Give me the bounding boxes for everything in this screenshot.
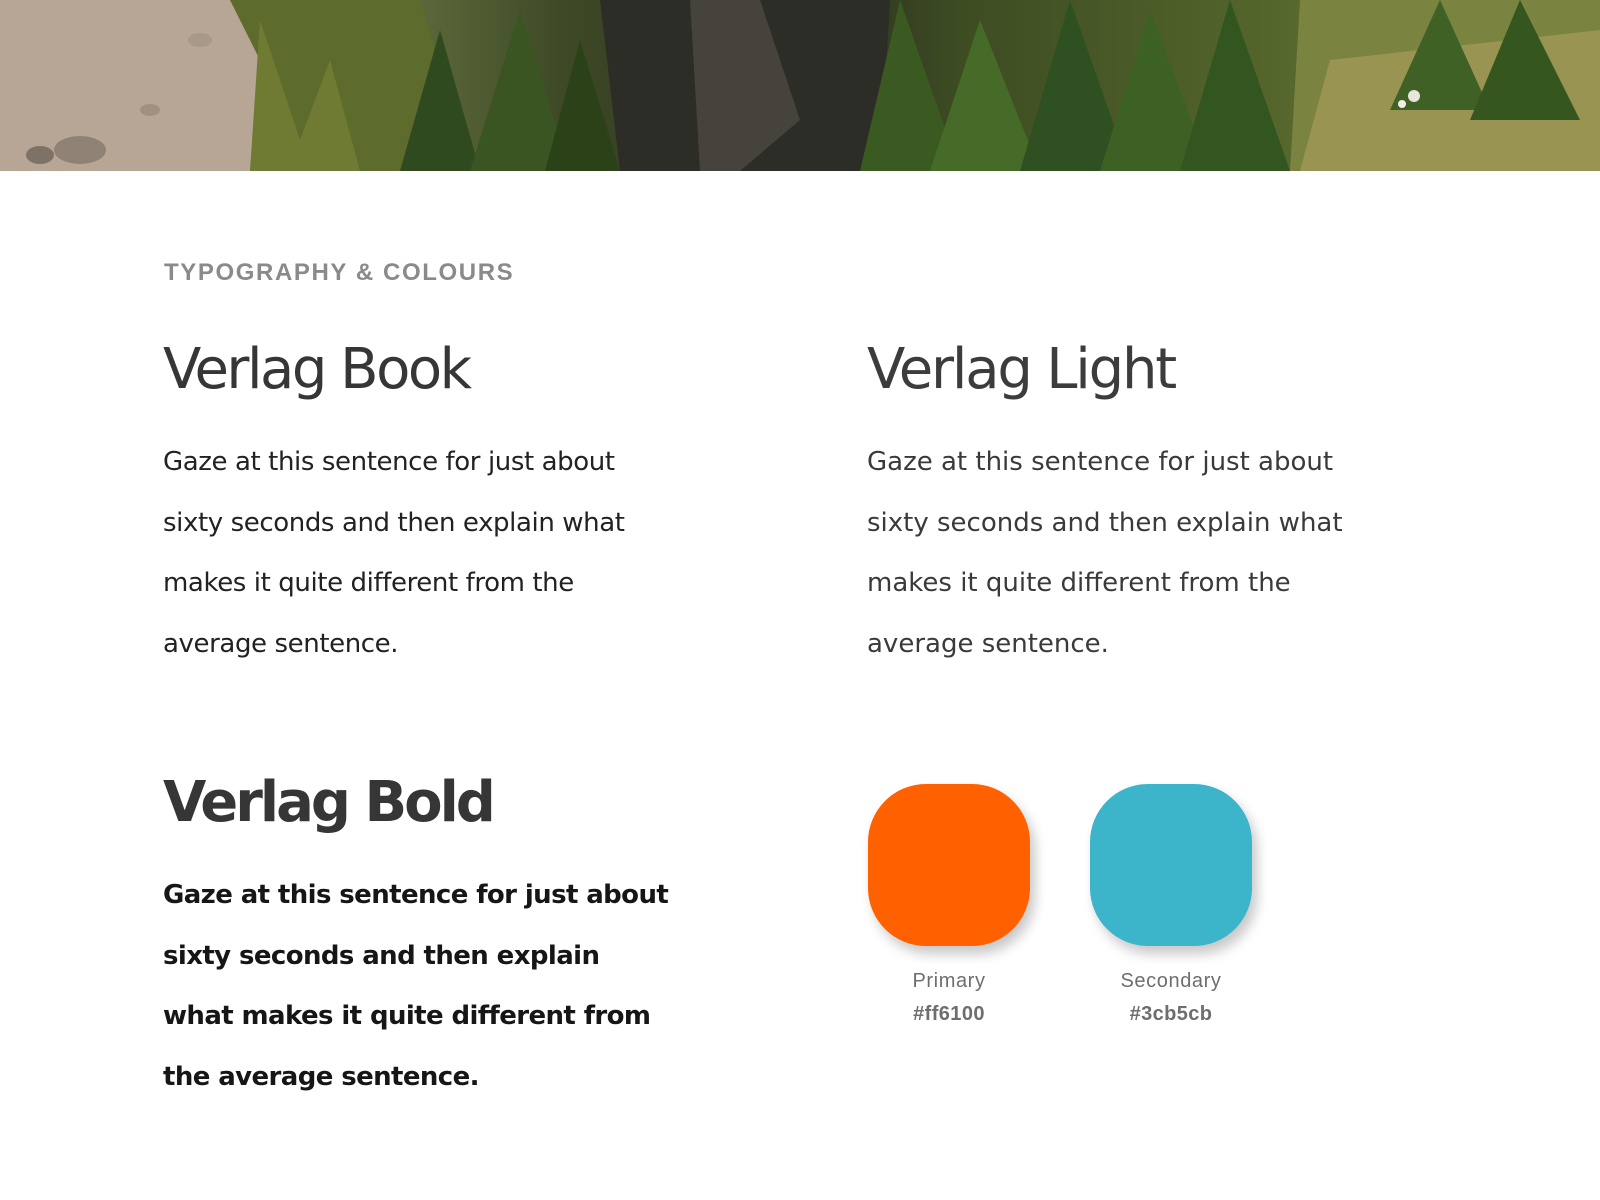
colour-swatch-primary: Primary #ff6100 bbox=[849, 784, 1049, 1026]
font-sample-text: Gaze at this sentence for just about six… bbox=[867, 447, 1343, 659]
colour-chip bbox=[868, 784, 1030, 946]
colour-hex: #3cb5cb bbox=[1129, 1003, 1213, 1025]
colour-name: Secondary bbox=[1120, 970, 1222, 992]
font-sample-text: Gaze at this sentence for just about six… bbox=[163, 880, 669, 1092]
colour-chip bbox=[1090, 784, 1252, 946]
font-title: Verlag Bold bbox=[163, 770, 496, 835]
colour-hex: #ff6100 bbox=[913, 1003, 985, 1025]
font-specimen-light: Verlag Light Gaze at this sentence for j… bbox=[867, 342, 1467, 674]
section-heading: TYPOGRAPHY & COLOURS bbox=[164, 259, 515, 286]
colour-name: Primary bbox=[912, 970, 986, 992]
font-title: Verlag Book bbox=[163, 337, 472, 402]
colour-swatch-secondary: Secondary #3cb5cb bbox=[1071, 784, 1271, 1026]
hero-landscape-image bbox=[0, 0, 1600, 171]
font-specimen-book: Verlag Book Gaze at this sentence for ju… bbox=[163, 342, 763, 674]
font-specimen-bold: Verlag Bold Gaze at this sentence for ju… bbox=[163, 775, 763, 1107]
font-title: Verlag Light bbox=[867, 337, 1177, 402]
font-sample-text: Gaze at this sentence for just about six… bbox=[163, 447, 625, 659]
